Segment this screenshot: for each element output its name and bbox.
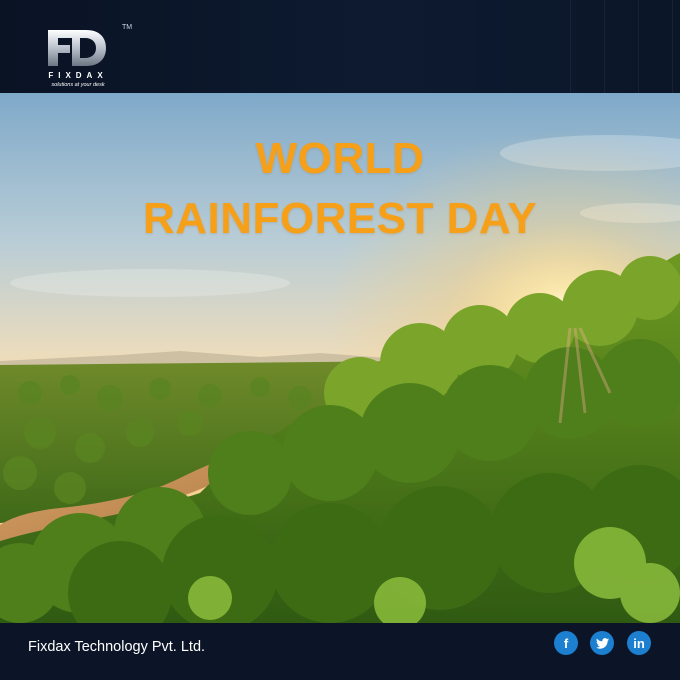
brand-tagline: solutions at your desk <box>51 82 105 88</box>
linkedin-icon[interactable]: in <box>627 631 651 655</box>
facebook-icon[interactable]: f <box>554 631 578 655</box>
header-decor <box>570 0 680 93</box>
banner-title-line2: RAINFOREST DAY <box>142 194 538 243</box>
brand-logo[interactable]: TM FIXDAX solutions at your desk <box>26 24 133 92</box>
header-bar: TM FIXDAX solutions at your desk <box>0 0 680 93</box>
company-name: Fixdax Technology Pvt. Ltd. <box>28 639 206 655</box>
facebook-glyph: f <box>563 635 569 651</box>
twitter-icon[interactable] <box>590 631 614 655</box>
poster: TM FIXDAX solutions at your desk WORLD R… <box>0 0 680 680</box>
banner-title-line1: WORLD <box>255 134 425 183</box>
twitter-bird-icon <box>595 637 609 649</box>
rainforest-photo: WORLD RAINFOREST DAY <box>0 93 680 623</box>
brand-name: FIXDAX <box>48 71 108 80</box>
fd-monogram-logo-icon <box>48 30 106 66</box>
linkedin-glyph: in <box>633 635 645 651</box>
trademark-label: TM <box>122 24 133 31</box>
footer-bar: Fixdax Technology Pvt. Ltd. f in <box>0 623 680 680</box>
